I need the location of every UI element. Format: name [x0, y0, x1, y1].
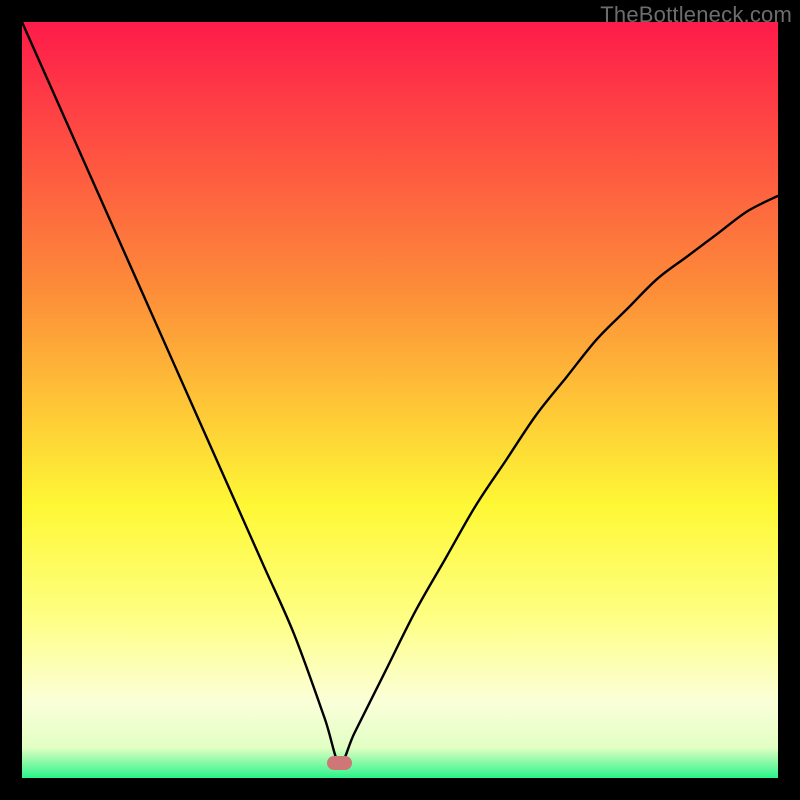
- optimum-marker: [327, 756, 351, 770]
- chart-frame: TheBottleneck.com: [0, 0, 800, 800]
- bottleneck-chart: [22, 22, 778, 778]
- watermark-text: TheBottleneck.com: [600, 2, 792, 28]
- gradient-background: [22, 22, 778, 778]
